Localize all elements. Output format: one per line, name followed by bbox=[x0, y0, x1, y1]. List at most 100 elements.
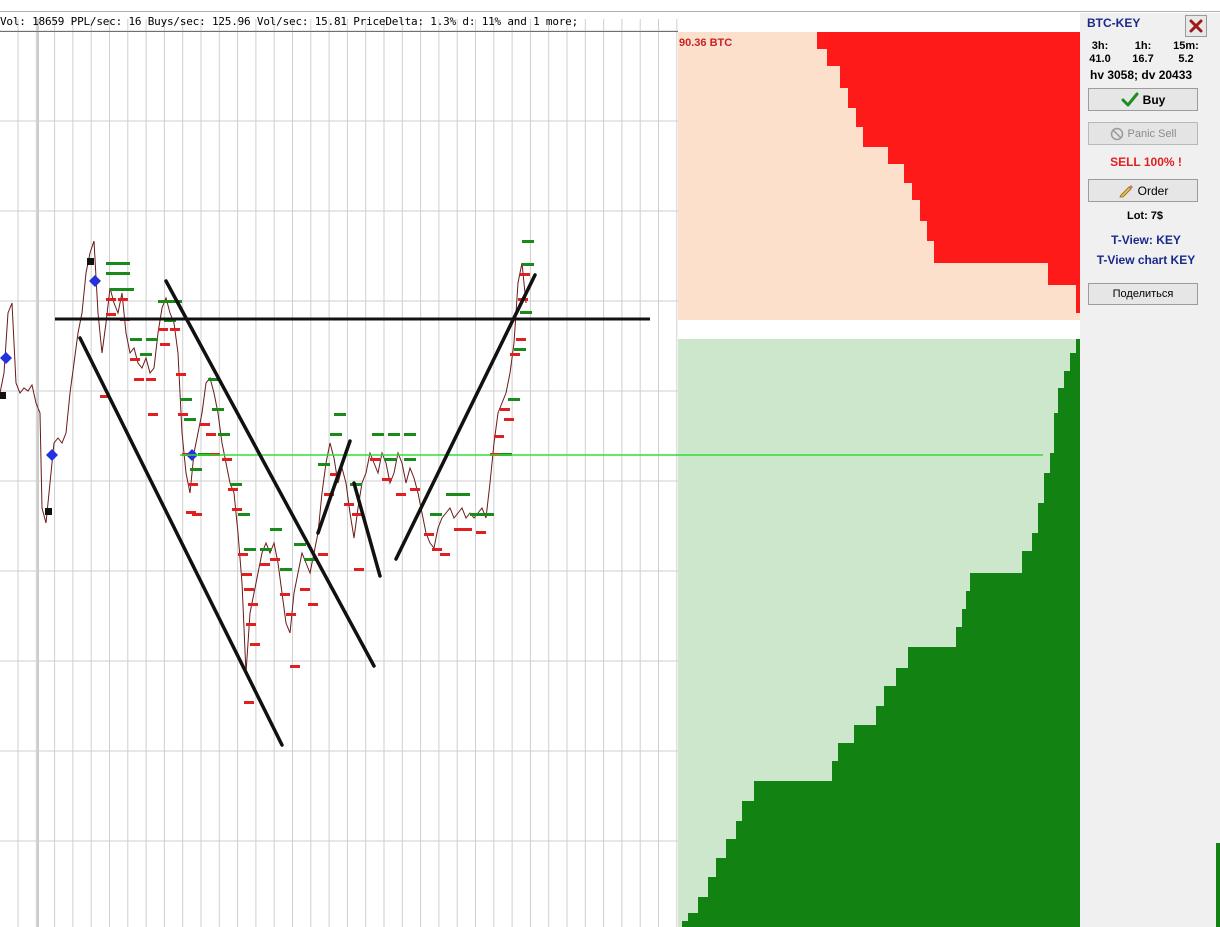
order-tick-buy bbox=[110, 288, 122, 291]
order-tick-buy bbox=[230, 483, 242, 486]
order-tick-buy bbox=[180, 398, 192, 401]
order-tick-buy bbox=[146, 338, 158, 341]
timeframe-1h-label: 1h: bbox=[1134, 40, 1152, 52]
order-tick-buy bbox=[470, 513, 482, 516]
edge-depth-bar bbox=[1216, 843, 1220, 927]
order-tick-sell bbox=[248, 603, 258, 606]
order-tick-buy bbox=[318, 463, 330, 466]
order-tick-sell bbox=[188, 483, 198, 486]
order-tick-sell bbox=[238, 553, 248, 556]
chart-stats-line: Vol: 18659 PPL/sec: 16 Buys/sec: 125.96 … bbox=[0, 15, 579, 28]
order-tick-sell bbox=[170, 328, 180, 331]
order-tick-buy bbox=[334, 413, 346, 416]
close-icon bbox=[1189, 19, 1203, 33]
order-tick-buy bbox=[106, 272, 118, 275]
order-tick-sell bbox=[134, 378, 144, 381]
order-tick-sell bbox=[260, 563, 270, 566]
trade-marker-black bbox=[87, 258, 94, 265]
trend-line bbox=[352, 481, 382, 578]
order-tick-sell bbox=[232, 508, 242, 511]
order-tick-sell bbox=[424, 533, 434, 536]
order-tick-sell bbox=[158, 328, 168, 331]
order-tick-sell bbox=[500, 408, 510, 411]
order-tick-sell bbox=[440, 553, 450, 556]
order-tick-sell bbox=[222, 458, 232, 461]
timeframe-15m-value: 5.2 bbox=[1178, 53, 1194, 65]
order-tick-buy bbox=[280, 568, 292, 571]
order-tick-buy bbox=[190, 468, 202, 471]
close-button[interactable] bbox=[1185, 15, 1207, 37]
order-tick-buy bbox=[130, 338, 142, 341]
order-tick-sell bbox=[244, 701, 254, 704]
order-tick-sell bbox=[148, 413, 158, 416]
order-tick-sell bbox=[318, 553, 328, 556]
order-tick-buy bbox=[514, 348, 526, 351]
order-tick-buy bbox=[212, 408, 224, 411]
order-tick-sell bbox=[286, 613, 296, 616]
order-tick-buy bbox=[522, 263, 534, 266]
tview-chart-link[interactable]: T-View chart KEY bbox=[1080, 253, 1212, 267]
trend-line bbox=[164, 279, 376, 668]
order-tick-sell bbox=[382, 478, 392, 481]
order-tick-sell bbox=[300, 588, 310, 591]
order-tick-buy bbox=[458, 493, 470, 496]
order-tick-sell bbox=[516, 338, 526, 341]
timeframe-3h-value: 41.0 bbox=[1089, 53, 1111, 65]
order-tick-sell bbox=[280, 593, 290, 596]
lot-size: Lot: 7$ bbox=[1126, 210, 1164, 222]
order-tick-sell bbox=[510, 353, 520, 356]
order-tick-buy bbox=[106, 262, 118, 265]
order-tick-buy bbox=[388, 433, 400, 436]
panic-sell-button[interactable]: Panic Sell bbox=[1088, 122, 1198, 145]
order-tick-buy bbox=[158, 300, 170, 303]
chart-canvas[interactable] bbox=[0, 13, 678, 927]
order-tick-sell bbox=[352, 513, 362, 516]
window-top-border bbox=[0, 11, 1220, 12]
stats-divider bbox=[0, 31, 678, 32]
order-tick-buy bbox=[330, 433, 342, 436]
trading-panel: BTC-KEY 3h: 41.0 1h: 16.7 15m: 5.2 hv 30… bbox=[1080, 13, 1220, 927]
trade-marker-black bbox=[0, 392, 6, 399]
order-tick-buy bbox=[118, 272, 130, 275]
order-tick-buy bbox=[184, 418, 196, 421]
order-tick-sell bbox=[118, 298, 128, 301]
block-icon bbox=[1110, 127, 1124, 141]
checkmark-icon bbox=[1121, 92, 1139, 108]
order-tick-sell bbox=[130, 358, 140, 361]
order-tick-sell bbox=[290, 665, 300, 668]
trade-marker-blue bbox=[0, 352, 12, 364]
order-tick-sell bbox=[106, 313, 116, 316]
order-tick-sell bbox=[344, 503, 354, 506]
order-tick-sell bbox=[244, 588, 254, 591]
price-chart[interactable]: Vol: 18659 PPL/sec: 16 Buys/sec: 125.96 … bbox=[0, 13, 678, 927]
order-tick-sell bbox=[200, 423, 210, 426]
order-tick-buy bbox=[260, 548, 272, 551]
order-tick-buy bbox=[384, 458, 396, 461]
order-tick-sell bbox=[160, 343, 170, 346]
order-tick-sell bbox=[504, 418, 514, 421]
order-button[interactable]: Order bbox=[1088, 179, 1198, 202]
order-tick-sell bbox=[250, 643, 260, 646]
timeframe-1h-value: 16.7 bbox=[1132, 53, 1154, 65]
timeframe-15m-label: 15m: bbox=[1173, 40, 1199, 52]
order-tick-buy bbox=[238, 513, 250, 516]
buy-button[interactable]: Buy bbox=[1088, 88, 1198, 111]
order-tick-sell bbox=[206, 433, 216, 436]
share-button-label: Поделиться bbox=[1112, 288, 1174, 300]
order-tick-sell bbox=[396, 493, 406, 496]
timeframe-3h-label: 3h: bbox=[1091, 40, 1109, 52]
depth-canvas bbox=[678, 32, 1080, 927]
order-tick-buy bbox=[140, 353, 152, 356]
order-tick-buy bbox=[520, 311, 532, 314]
order-tick-sell bbox=[192, 513, 202, 516]
ticker-symbol: BTC-KEY bbox=[1087, 16, 1141, 30]
order-tick-sell bbox=[370, 458, 380, 461]
order-tick-sell bbox=[106, 298, 116, 301]
share-button[interactable]: Поделиться bbox=[1088, 283, 1198, 305]
tview-link[interactable]: T-View: KEY bbox=[1080, 233, 1212, 247]
order-tick-sell bbox=[520, 273, 530, 276]
order-tick-buy bbox=[244, 548, 256, 551]
order-tick-sell bbox=[308, 603, 318, 606]
order-tick-sell bbox=[246, 623, 256, 626]
order-tick-buy bbox=[372, 433, 384, 436]
